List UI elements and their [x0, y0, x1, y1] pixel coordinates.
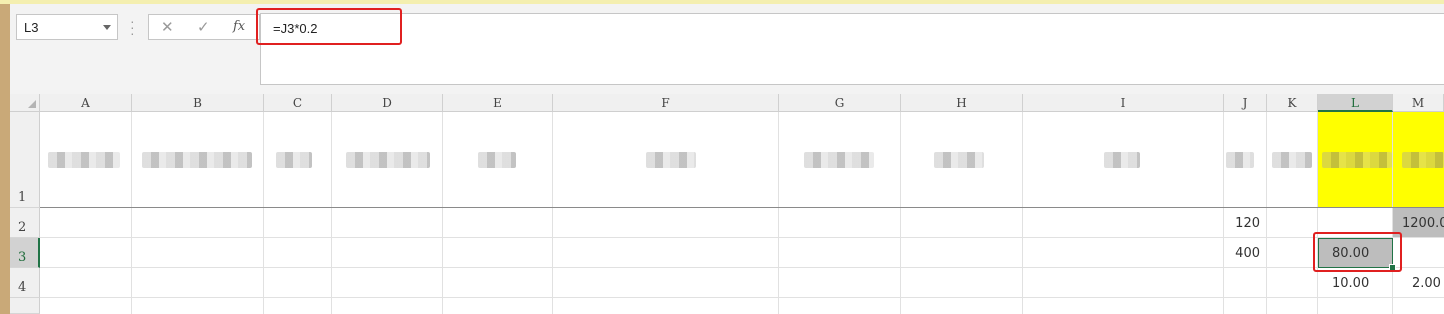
select-all-icon	[28, 100, 36, 108]
redacted-header-text	[1322, 152, 1392, 168]
formula-input[interactable]: =J3*0.2	[260, 13, 1444, 85]
cell-j2[interactable]: 120	[1224, 216, 1260, 231]
select-all-corner[interactable]	[10, 94, 40, 112]
gridline	[552, 112, 553, 314]
drag-handle-icon[interactable]: · · ·	[130, 14, 135, 40]
row-header-2[interactable]: 2	[10, 208, 40, 238]
gridline	[131, 112, 132, 314]
column-header-j[interactable]: J	[1224, 94, 1267, 112]
row-header-4[interactable]: 4	[10, 268, 40, 298]
redacted-header-text	[646, 152, 696, 168]
gridline	[331, 112, 332, 314]
formula-highlight-box	[256, 8, 402, 45]
column-header-e[interactable]: E	[443, 94, 553, 112]
chevron-down-icon[interactable]	[103, 25, 111, 30]
gridline	[1266, 112, 1267, 314]
cell-m2[interactable]: 1200.0	[1402, 216, 1444, 231]
insert-function-icon[interactable]: fx	[233, 19, 245, 34]
cell-j3[interactable]: 400	[1224, 246, 1260, 261]
column-header-k[interactable]: K	[1267, 94, 1318, 112]
column-header-b[interactable]: B	[132, 94, 264, 112]
formula-buttons: ✕ ✓ fx	[148, 14, 260, 40]
redacted-header-text	[1402, 152, 1444, 168]
row-header-5[interactable]	[10, 298, 40, 314]
worksheet-grid[interactable]: A B C D E F G H I J K L M 1 2 3 4 120 12…	[10, 94, 1444, 314]
name-box[interactable]: L3	[16, 14, 118, 40]
column-header-c[interactable]: C	[264, 94, 332, 112]
column-header-i[interactable]: I	[1023, 94, 1224, 112]
gridline	[40, 207, 1444, 208]
row-number: 4	[18, 280, 27, 295]
gridline	[263, 112, 264, 314]
redacted-header-text	[1272, 152, 1312, 168]
redacted-header-text	[804, 152, 874, 168]
column-header-a[interactable]: A	[40, 94, 132, 112]
gridline	[1317, 112, 1318, 314]
cell-m4[interactable]: 2.00	[1412, 276, 1444, 291]
column-header-g[interactable]: G	[779, 94, 901, 112]
name-box-value: L3	[24, 20, 39, 35]
gridline	[442, 112, 443, 314]
redacted-header-text	[346, 152, 430, 168]
gridline	[40, 297, 1444, 298]
row-header-3[interactable]: 3	[10, 238, 40, 268]
gridline	[900, 112, 901, 314]
redacted-header-text	[934, 152, 984, 168]
gridline	[778, 112, 779, 314]
redacted-header-text	[276, 152, 312, 168]
row-number: 3	[18, 250, 27, 265]
gridline	[40, 237, 1444, 238]
cancel-icon[interactable]: ✕	[161, 18, 174, 36]
column-header-m[interactable]: M	[1393, 94, 1444, 112]
row-header-1[interactable]: 1	[10, 112, 40, 208]
cell-highlight-box	[1313, 232, 1402, 272]
column-header-f[interactable]: F	[553, 94, 779, 112]
window-left-edge	[0, 4, 10, 314]
gridline	[40, 267, 1444, 268]
enter-icon[interactable]: ✓	[197, 18, 210, 36]
redacted-header-text	[478, 152, 516, 168]
redacted-header-text	[1226, 152, 1254, 168]
gridline	[1223, 112, 1224, 314]
redacted-header-text	[1104, 152, 1140, 168]
redacted-header-text	[142, 152, 252, 168]
column-header-h[interactable]: H	[901, 94, 1023, 112]
gridline	[1022, 112, 1023, 314]
redacted-header-text	[48, 152, 120, 168]
row-number: 2	[18, 220, 27, 235]
row-number: 1	[18, 190, 27, 205]
cell-l4[interactable]: 10.00	[1332, 276, 1369, 291]
column-header-l[interactable]: L	[1318, 94, 1393, 112]
column-header-d[interactable]: D	[332, 94, 443, 112]
